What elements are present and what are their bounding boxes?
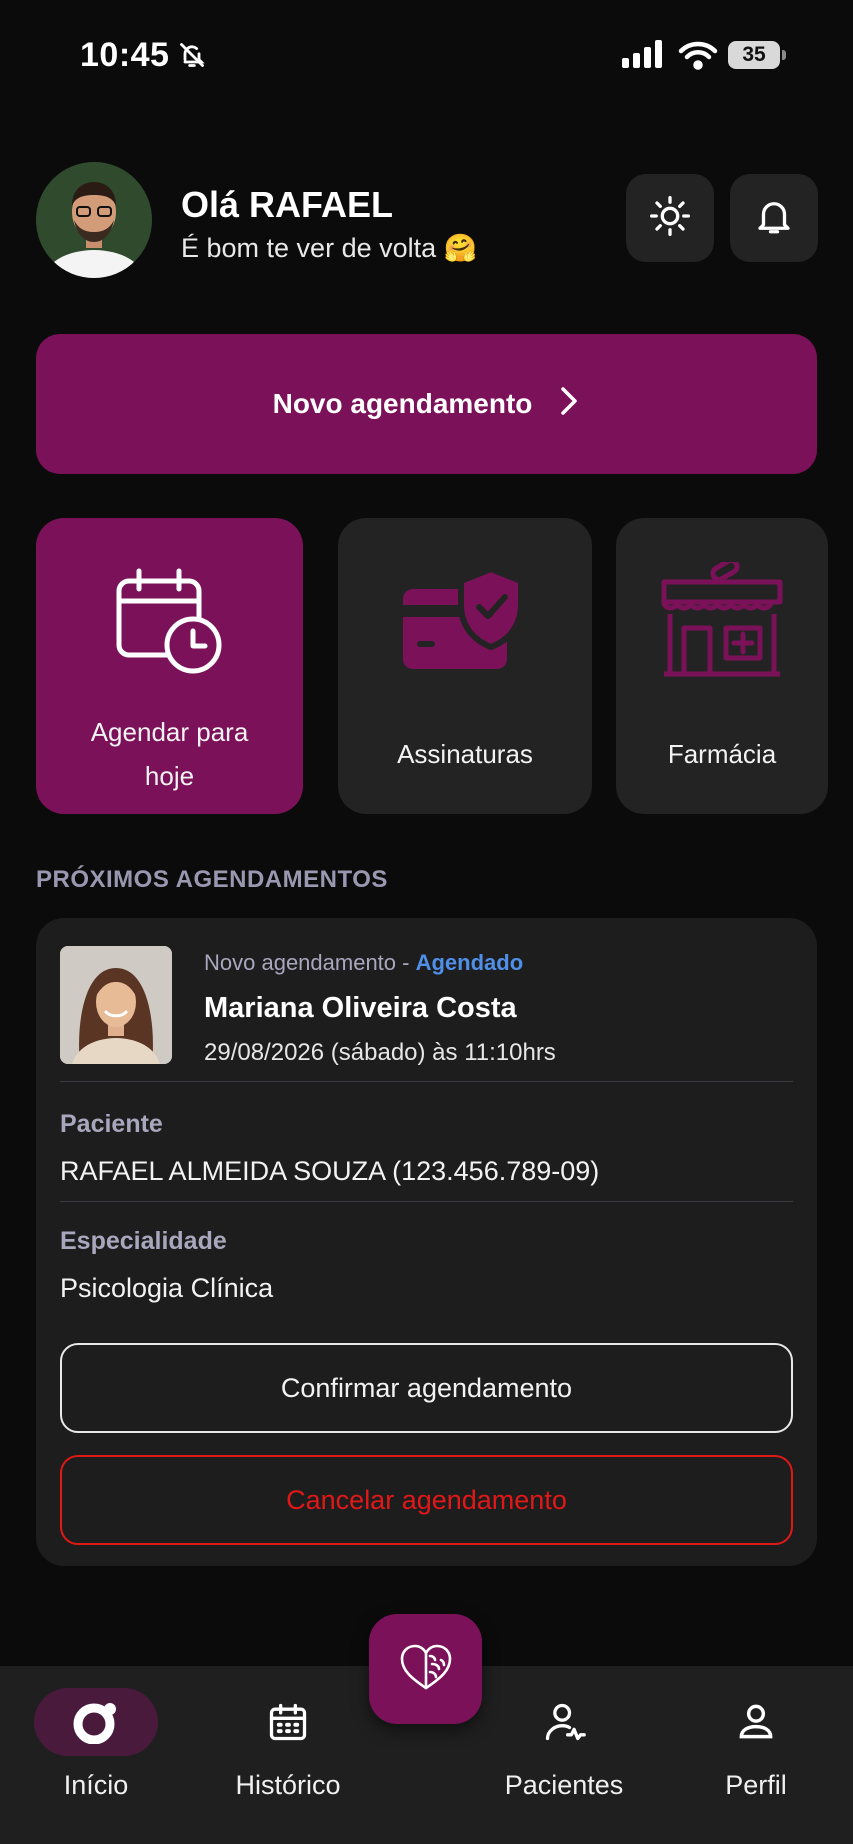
user-avatar[interactable] <box>36 162 152 278</box>
cancel-appointment-button[interactable]: Cancelar agendamento <box>60 1455 793 1545</box>
bell-off-icon <box>178 41 206 74</box>
card-shield-icon <box>401 552 529 692</box>
specialty-label: Especialidade <box>60 1227 227 1255</box>
appointment-datetime: 29/08/2026 (sábado) às 11:10hrs <box>204 1039 556 1066</box>
chevron-right-icon <box>558 385 580 424</box>
pharmacy-label: Farmácia <box>667 739 777 769</box>
schedule-today-tile[interactable]: Agendar para hoje <box>36 518 303 814</box>
subscriptions-label: Assinaturas <box>397 739 533 769</box>
nav-item-perfil[interactable]: Perfil <box>706 1688 806 1801</box>
appointment-type: Novo agendamento <box>204 950 397 975</box>
cellular-signal-icon <box>622 40 666 73</box>
theme-toggle-button[interactable] <box>626 174 714 262</box>
specialty-value: Psicologia Clínica <box>60 1273 274 1303</box>
bell-icon <box>753 195 795 242</box>
center-action-button[interactable] <box>369 1614 482 1724</box>
schedule-today-label: Agendar para hoje <box>90 717 249 791</box>
new-appointment-label: Novo agendamento <box>272 388 533 419</box>
nav-item-historico[interactable]: Histórico <box>226 1688 350 1801</box>
nav-label-historico: Histórico <box>235 1770 341 1800</box>
profile-icon <box>734 1688 778 1756</box>
new-appointment-button[interactable]: Novo agendamento <box>36 334 817 474</box>
pharmacy-store-icon <box>660 552 784 692</box>
nav-label-perfil: Perfil <box>725 1770 787 1800</box>
nav-item-inicio[interactable]: Início <box>34 1688 158 1801</box>
appointment-status: Agendado <box>415 950 524 975</box>
appointment-type-line: Novo agendamento - Agendado <box>204 950 523 976</box>
battery-indicator: 35 <box>728 41 780 69</box>
greeting-title: Olá RAFAEL <box>181 184 394 225</box>
calendar-clock-icon <box>115 552 225 692</box>
home-ring-icon <box>34 1688 158 1756</box>
notifications-button[interactable] <box>730 174 818 262</box>
greeting-subtitle: É bom te ver de volta 🤗 <box>181 233 478 263</box>
appointment-card: Novo agendamento - Agendado Mariana Oliv… <box>36 918 817 1566</box>
subscriptions-tile[interactable]: Assinaturas <box>338 518 592 814</box>
calendar-icon <box>266 1688 310 1756</box>
divider <box>60 1201 793 1202</box>
nav-label-pacientes: Pacientes <box>504 1770 624 1800</box>
confirm-appointment-button[interactable]: Confirmar agendamento <box>60 1343 793 1433</box>
heart-brain-icon <box>399 1642 453 1697</box>
patient-value: RAFAEL ALMEIDA SOUZA (123.456.789-09) <box>60 1156 600 1186</box>
status-bar: 10:45 35 <box>0 0 853 110</box>
patient-label: Paciente <box>60 1110 163 1138</box>
professional-photo <box>60 946 172 1064</box>
patients-icon <box>542 1688 586 1756</box>
pharmacy-tile[interactable]: Farmácia <box>616 518 828 814</box>
nav-label-inicio: Início <box>63 1770 129 1800</box>
sun-icon <box>648 194 692 243</box>
divider <box>60 1081 793 1082</box>
appointment-separator: - <box>402 950 410 975</box>
wifi-icon <box>678 40 718 75</box>
nav-item-pacientes[interactable]: Pacientes <box>494 1688 634 1801</box>
professional-name: Mariana Oliveira Costa <box>204 992 517 1024</box>
status-time: 10:45 <box>80 36 170 74</box>
battery-tip <box>782 50 786 60</box>
upcoming-section-title: PRÓXIMOS AGENDAMENTOS <box>36 866 388 893</box>
